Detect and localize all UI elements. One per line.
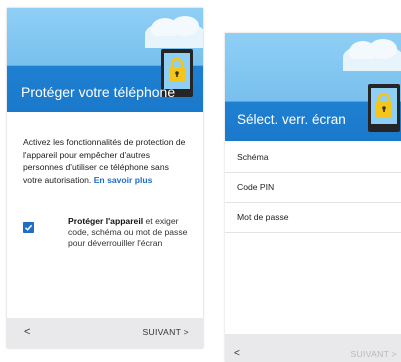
protect-phone-screen: Protéger votre téléphone Activez les fon… [7, 8, 203, 348]
navigation-bar: < SUIVANT > [7, 318, 203, 348]
lock-option-password[interactable]: Mot de passe [225, 203, 401, 233]
back-button[interactable]: < [234, 348, 240, 359]
page-title: Protéger votre téléphone [21, 84, 176, 100]
protect-device-label: Protéger l'appareil et exiger code, sché… [68, 216, 188, 248]
lock-option-pattern[interactable]: Schéma [225, 143, 401, 173]
cloud-icon [343, 39, 401, 71]
select-screen-lock-screen: Sélect. verr. écran Schéma Code PIN Mot … [225, 33, 401, 362]
lock-option-pin[interactable]: Code PIN [225, 173, 401, 203]
header-banner: Protéger votre téléphone [7, 8, 203, 112]
learn-more-link[interactable]: En savoir plus [94, 175, 153, 185]
checkbox-checked-icon[interactable] [23, 222, 34, 233]
next-button[interactable]: SUIVANT > [350, 349, 397, 359]
next-button[interactable]: SUIVANT > [142, 327, 189, 337]
cloud-icon [145, 16, 203, 48]
back-button[interactable]: < [24, 326, 30, 338]
header-banner: Sélect. verr. écran [225, 33, 401, 141]
page-title: Sélect. verr. écran [237, 112, 346, 127]
description-text: Activez les fonctionnalités de protectio… [23, 137, 186, 185]
phone-lock-icon [368, 84, 400, 132]
navigation-bar: < SUIVANT > [225, 334, 401, 362]
